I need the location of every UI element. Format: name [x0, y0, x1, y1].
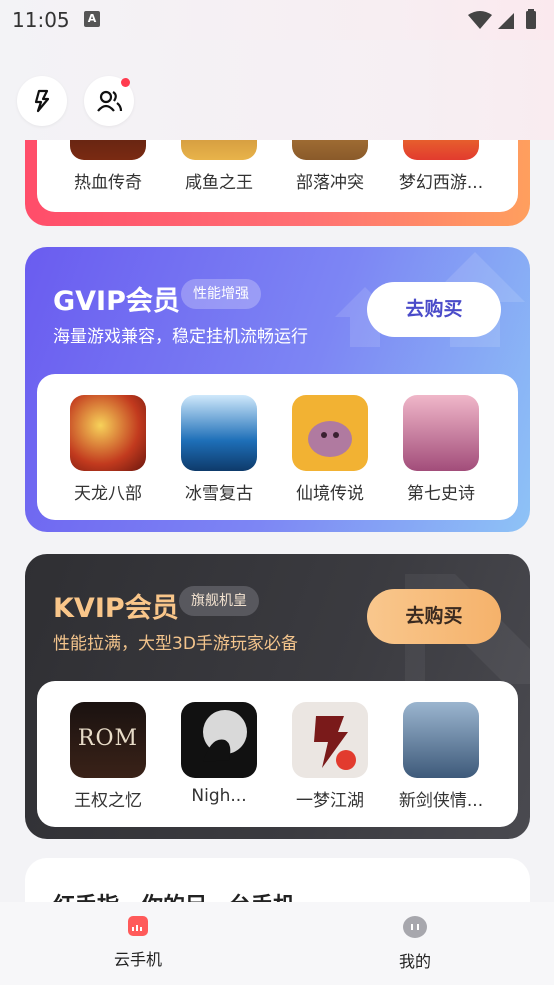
cloud-phone-icon [128, 916, 148, 936]
gvip-card[interactable]: GVIP会员 性能增强 海量游戏兼容，稳定挂机流畅运行 去购买 天龙八部 冰雪复… [25, 247, 530, 532]
game-item[interactable]: 一梦江湖 [280, 702, 380, 811]
kvip-games-list: ROM 王权之忆 Nigh... 一梦江湖 新剑侠情... [37, 681, 518, 827]
bottom-nav: 云手机 我的 [0, 902, 554, 985]
game-item[interactable]: 新剑侠情... [391, 702, 491, 811]
signal-battery-icon [468, 9, 536, 29]
gvip-buy-button[interactable]: 去购买 [367, 282, 501, 337]
game-tianlong-icon [70, 395, 146, 471]
kvip-buy-button[interactable]: 去购买 [367, 589, 501, 644]
game-name: 王权之忆 [74, 791, 142, 811]
game-name: 冰雪复古 [185, 484, 253, 504]
game-rom-icon: ROM [70, 702, 146, 778]
kvip-badge: 旗舰机皇 [179, 586, 259, 616]
game-bingxue-icon [181, 395, 257, 471]
game-xinjianxia-icon [403, 702, 479, 778]
game-item[interactable]: Nigh... [169, 702, 269, 806]
game-name: 咸鱼之王 [185, 173, 253, 193]
game-item[interactable]: 冰雪复古 [169, 395, 269, 504]
game-name: 天龙八部 [74, 484, 142, 504]
gvip-games-list: 天龙八部 冰雪复古 仙境传说 第七史诗 [37, 374, 518, 520]
gvip-title: GVIP会员 [53, 286, 180, 317]
status-time: 11:05 [12, 8, 70, 32]
game-yimeng-icon [292, 702, 368, 778]
rom-logo-text: ROM [77, 726, 139, 751]
kvip-description: 性能拉满，大型3D手游玩家必备 [53, 634, 298, 654]
game-name: 一梦江湖 [296, 791, 364, 811]
notification-icon: A [84, 11, 100, 27]
gvip-badge: 性能增强 [181, 279, 261, 309]
game-item[interactable]: 仙境传说 [280, 395, 380, 504]
kvip-card[interactable]: KVIP会员 旗舰机皇 性能拉满，大型3D手游玩家必备 去购买 ROM 王权之忆… [25, 554, 530, 839]
friends-icon [97, 90, 123, 112]
game-name: 第七史诗 [407, 484, 475, 504]
game-name: 仙境传说 [296, 484, 364, 504]
game-diqi-icon [403, 395, 479, 471]
profile-icon [403, 916, 427, 938]
game-name: 梦幻西游... [398, 173, 484, 193]
game-name: 部落冲突 [296, 173, 364, 193]
notification-dot [121, 78, 130, 87]
status-bar: 11:05 A [0, 0, 554, 40]
game-name: 热血传奇 [74, 173, 142, 193]
game-xianjing-icon [292, 395, 368, 471]
game-item[interactable]: 天龙八部 [58, 395, 158, 504]
game-name: 新剑侠情... [398, 791, 484, 811]
nav-label: 云手机 [113, 950, 162, 969]
nav-profile[interactable]: 我的 [355, 914, 475, 972]
game-name: Nigh... [191, 786, 247, 806]
lightning-icon [34, 89, 50, 113]
nav-label: 我的 [398, 952, 431, 971]
nav-cloud-phone[interactable]: 云手机 [78, 914, 198, 970]
header-area [0, 40, 554, 140]
friends-button[interactable] [84, 76, 134, 126]
lightning-button[interactable] [17, 76, 67, 126]
game-item[interactable]: ROM 王权之忆 [58, 702, 158, 811]
kvip-title: KVIP会员 [53, 593, 179, 624]
game-item[interactable]: 第七史诗 [391, 395, 491, 504]
game-night-icon [181, 702, 257, 778]
gvip-description: 海量游戏兼容，稳定挂机流畅运行 [53, 327, 308, 347]
